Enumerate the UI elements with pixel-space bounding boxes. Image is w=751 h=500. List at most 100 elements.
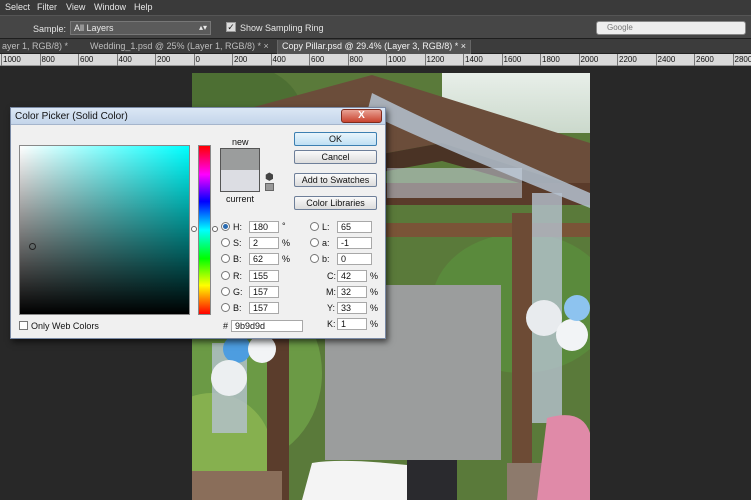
ruler-tick	[578, 54, 580, 66]
menu-select[interactable]: Select	[5, 2, 30, 12]
hue-field[interactable]: 180	[249, 221, 279, 233]
current-color-swatch[interactable]	[221, 170, 259, 191]
lab-l-field[interactable]: 65	[337, 221, 372, 233]
ruler-label: 400	[118, 55, 132, 64]
ruler-label: 1800	[542, 55, 560, 64]
ruler-tick	[386, 54, 387, 66]
new-color-label: new	[232, 137, 249, 147]
color-compare-swatch	[220, 148, 260, 192]
ruler-tick	[347, 54, 349, 66]
brightness-label: B:	[233, 254, 242, 264]
gamut-cube-icon[interactable]: ⬢	[265, 172, 274, 183]
ruler-label: 800	[41, 55, 55, 64]
ruler-label: 0	[195, 55, 200, 64]
ruler-label: 2800	[734, 55, 751, 64]
ruler-tick	[270, 54, 272, 66]
tab-layer-1[interactable]: ayer 1, RGB/8) *	[0, 40, 72, 54]
saturation-label: S:	[233, 238, 242, 248]
green-radio[interactable]	[221, 287, 230, 296]
lab-l-radio[interactable]	[310, 222, 319, 231]
menu-bar: Select Filter View Window Help	[0, 0, 751, 15]
ruler-tick	[424, 54, 426, 66]
hue-slider-handle-right[interactable]	[212, 226, 218, 232]
tab-copy-pillar[interactable]: Copy Pillar.psd @ 29.4% (Layer 3, RGB/8)…	[277, 40, 471, 54]
cyan-label: C:	[327, 271, 336, 281]
yellow-field[interactable]: 33	[337, 302, 367, 314]
tab-wedding[interactable]: Wedding_1.psd @ 25% (Layer 1, RGB/8) * ×	[86, 40, 273, 54]
saturation-field[interactable]: 2	[249, 237, 279, 249]
hex-label: #	[223, 321, 229, 331]
ruler-label: 1200	[426, 55, 445, 64]
saturation-radio[interactable]	[221, 238, 230, 247]
degree-unit: °	[282, 221, 286, 231]
green-label: G:	[233, 287, 243, 297]
cancel-button[interactable]: Cancel	[294, 150, 377, 164]
close-button[interactable]: X	[341, 109, 382, 123]
saturation-brightness-field[interactable]	[19, 145, 190, 315]
color-picker-dialog: Color Picker (Solid Color) X new current…	[10, 107, 386, 339]
ruler-tick	[1, 54, 2, 66]
ruler-label: 2200	[619, 55, 637, 64]
magenta-label: M:	[326, 287, 336, 297]
menu-help[interactable]: Help	[134, 2, 153, 12]
search-input[interactable]: Google	[596, 21, 746, 35]
ok-button[interactable]: OK	[294, 132, 377, 146]
menu-filter[interactable]: Filter	[37, 2, 57, 12]
red-field[interactable]: 155	[249, 270, 279, 282]
ruler-label: 200	[157, 55, 171, 64]
menu-window[interactable]: Window	[94, 2, 126, 12]
cyan-field[interactable]: 42	[337, 270, 367, 282]
ruler-tick	[193, 54, 195, 66]
ruler-label: 1000	[388, 55, 406, 64]
brightness-field[interactable]: 62	[249, 253, 279, 265]
ruler-label: 1400	[465, 55, 483, 64]
lab-b-radio[interactable]	[310, 254, 319, 263]
lab-a-radio[interactable]	[310, 238, 319, 247]
magenta-field[interactable]: 32	[337, 286, 367, 298]
lab-b-label: b:	[322, 254, 330, 264]
blue-field[interactable]: 157	[249, 302, 279, 314]
lab-b-field[interactable]: 0	[337, 253, 372, 265]
lab-a-field[interactable]: -1	[337, 237, 372, 249]
percent-unit: %	[370, 287, 379, 297]
sampling-ring-checkbox[interactable]: ✓	[226, 22, 236, 32]
current-color-label: current	[226, 194, 255, 204]
ruler-tick	[501, 54, 503, 66]
options-bar: Sample: All Layers ▴▾ ✓ Show Sampling Ri…	[0, 15, 751, 39]
menu-view[interactable]: View	[66, 2, 85, 12]
ruler-tick	[39, 54, 41, 66]
dialog-titlebar[interactable]: Color Picker (Solid Color) X	[11, 108, 385, 125]
add-to-swatches-button[interactable]: Add to Swatches	[294, 173, 377, 187]
ruler-tick	[732, 54, 734, 66]
percent-unit: %	[282, 254, 291, 264]
horizontal-ruler: 1000 800 600 400 200 0 200 400 600 800 1000 1200 140…	[0, 54, 751, 66]
color-picker-circle[interactable]	[29, 243, 36, 250]
ruler-label: 2000	[580, 55, 599, 64]
color-libraries-button[interactable]: Color Libraries	[294, 196, 377, 210]
only-web-colors-checkbox[interactable]	[19, 321, 28, 330]
only-web-colors-label: Only Web Colors	[31, 321, 99, 331]
document-tab-bar: ayer 1, RGB/8) * Wedding_1.psd @ 25% (La…	[0, 39, 751, 54]
black-field[interactable]: 1	[337, 318, 367, 330]
ruler-tick	[694, 54, 695, 66]
yellow-label: Y:	[327, 303, 336, 313]
hex-field[interactable]: 9b9d9d	[231, 320, 303, 332]
sampling-ring-label: Show Sampling Ring	[240, 23, 324, 33]
sample-select[interactable]: All Layers ▴▾	[70, 21, 211, 35]
web-safe-swatch-icon[interactable]	[265, 183, 274, 191]
red-radio[interactable]	[221, 271, 230, 280]
hue-slider[interactable]	[198, 145, 211, 315]
percent-unit: %	[370, 271, 379, 281]
hue-label: H:	[233, 222, 242, 232]
ruler-tick	[540, 54, 541, 66]
ruler-tick	[463, 54, 464, 66]
lab-a-label: a:	[322, 238, 330, 248]
brightness-radio[interactable]	[221, 254, 230, 263]
hue-slider-handle-left[interactable]	[191, 226, 197, 232]
hue-radio[interactable]	[221, 222, 230, 231]
sample-select-value: All Layers	[74, 23, 114, 33]
blue-label: B:	[233, 303, 242, 313]
blue-radio[interactable]	[221, 303, 230, 312]
ruler-tick	[116, 54, 118, 66]
green-field[interactable]: 157	[249, 286, 279, 298]
